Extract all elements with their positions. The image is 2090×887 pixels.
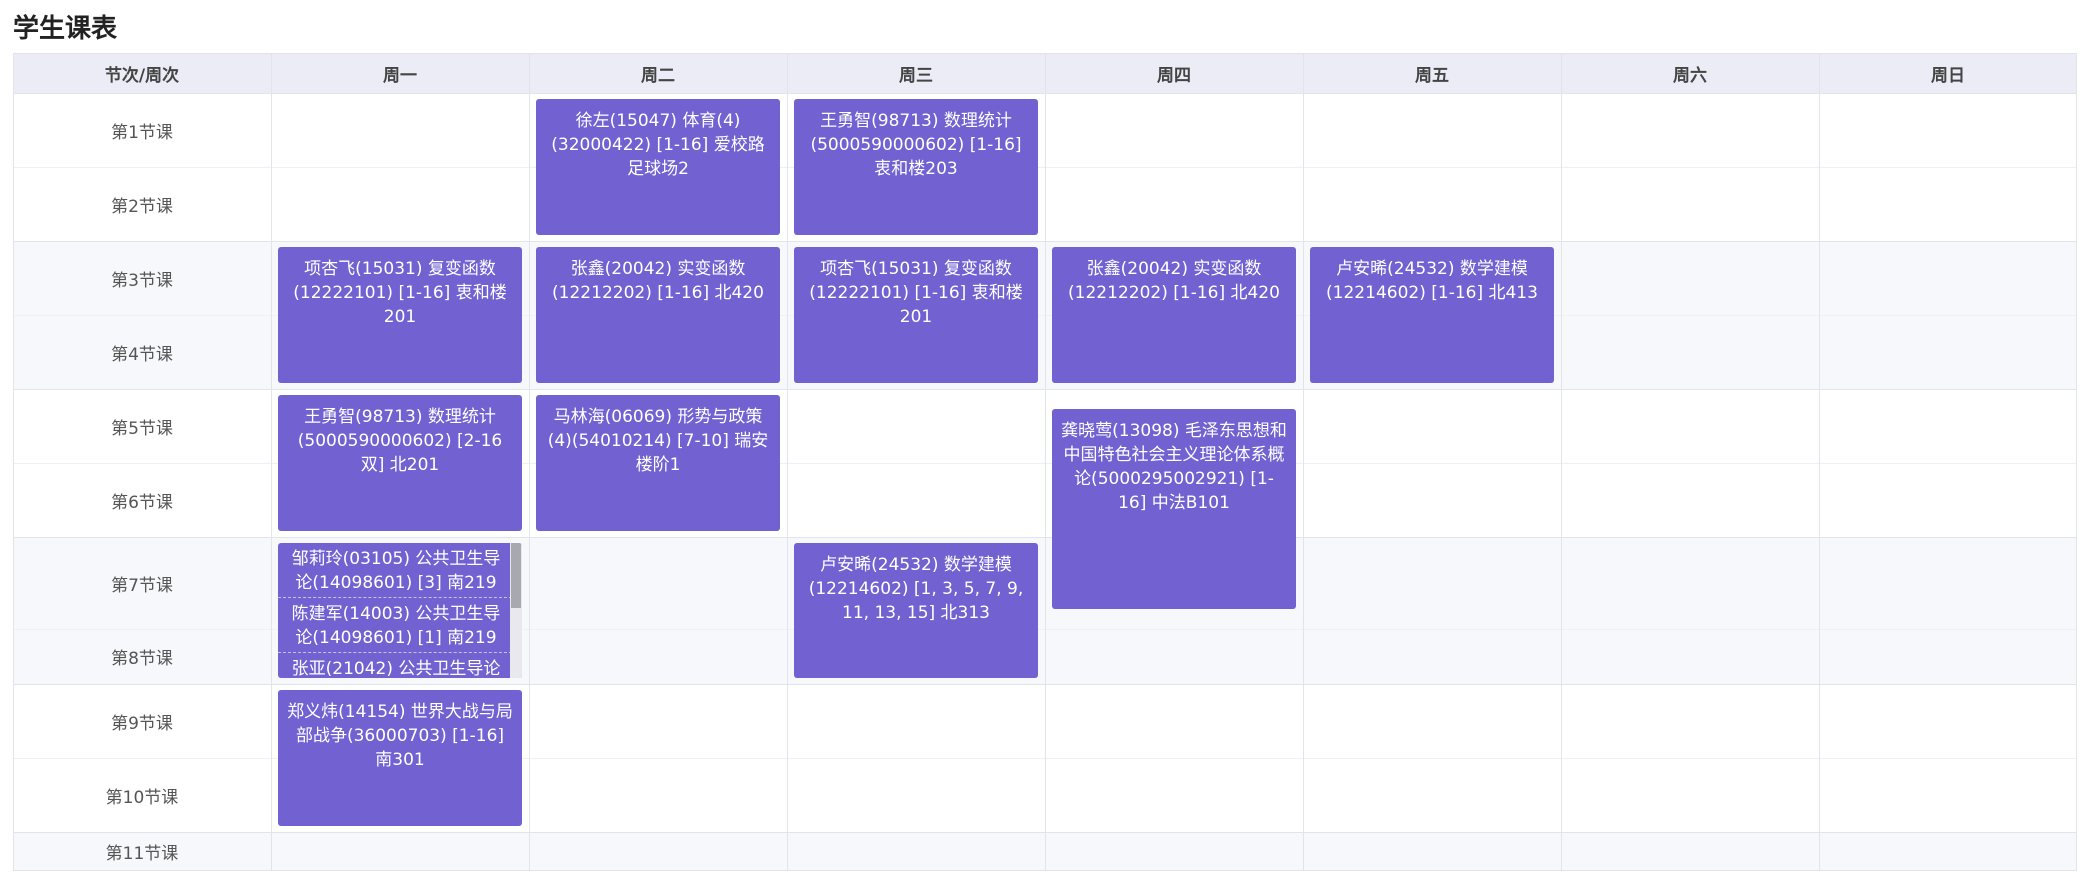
- course-card[interactable]: 卢安晞(24532) 数学建模(12214602) [1-16] 北413: [1310, 247, 1554, 383]
- page-title: 学生课表: [13, 14, 118, 44]
- course-card[interactable]: 项杏飞(15031) 复变函数(12222101) [1-16] 衷和楼201: [794, 247, 1038, 383]
- stacked-course-item[interactable]: 张亚(21042) 公共卫生导论: [278, 653, 522, 678]
- period-label: 第9节课: [111, 713, 173, 734]
- header-day-3: 周三: [899, 65, 933, 86]
- period-label: 第5节课: [111, 418, 173, 439]
- period-label: 第8节课: [111, 649, 173, 669]
- period-label: 第10节课: [105, 787, 179, 808]
- grid-vline: [271, 53, 272, 870]
- header-day-7: 周日: [1931, 65, 1965, 86]
- period-label: 第7节课: [111, 575, 173, 596]
- stacked-course-cell[interactable]: 邹莉玲(03105) 公共卫生导论(14098601) [3] 南219 陈建军(…: [278, 543, 522, 678]
- header-day-1: 周一: [383, 65, 417, 86]
- period-label: 第6节课: [111, 492, 173, 513]
- stacked-course-item[interactable]: 陈建军(14003) 公共卫生导论(14098601) [1] 南219: [278, 598, 522, 653]
- grid-vline: [787, 53, 788, 870]
- course-card[interactable]: 王勇智(98713) 数理统计(5000590000602) [2-16双] 北…: [278, 395, 522, 531]
- course-card[interactable]: 郑义炜(14154) 世界大战与局部战争(36000703) [1-16] 南3…: [278, 690, 522, 826]
- timetable-grid: 节次/周次 周一 周二 周三 周四 周五 周六 周日第1节课第2节课第3节课第4节课第5节课第…: [13, 53, 2077, 873]
- course-card[interactable]: 张鑫(20042) 实变函数(12212202) [1-16] 北420: [536, 247, 780, 383]
- course-card[interactable]: 王勇智(98713) 数理统计(5000590000602) [1-16] 衷和…: [794, 99, 1038, 235]
- period-label: 第1节课: [111, 122, 173, 143]
- header-day-6: 周六: [1673, 65, 1707, 86]
- grid-vline: [1045, 53, 1046, 870]
- header-day-2: 周二: [641, 65, 675, 86]
- grid-vline: [2076, 53, 2077, 870]
- scrollbar-thumb[interactable]: [511, 543, 521, 608]
- grid-vline: [1561, 53, 1562, 870]
- header-day-5: 周五: [1415, 65, 1449, 86]
- grid-hline: [13, 870, 2077, 871]
- course-card[interactable]: 卢安晞(24532) 数学建模(12214602) [1, 3, 5, 7, 9…: [794, 543, 1038, 678]
- period-label: 第3节课: [111, 270, 173, 291]
- grid-vline: [1819, 53, 1820, 870]
- period-label: 第4节课: [111, 344, 173, 365]
- course-card[interactable]: 徐左(15047) 体育(4)(32000422) [1-16] 爱校路足球场2: [536, 99, 780, 235]
- stacked-course-item[interactable]: 邹莉玲(03105) 公共卫生导论(14098601) [3] 南219: [278, 543, 522, 598]
- period-label: 第2节课: [111, 196, 173, 217]
- course-card[interactable]: 项杏飞(15031) 复变函数(12222101) [1-16] 衷和楼201: [278, 247, 522, 383]
- scrollbar[interactable]: [510, 543, 522, 678]
- header-period-label: 节次/周次: [104, 65, 180, 86]
- grid-vline: [1303, 53, 1304, 870]
- header-day-4: 周四: [1157, 65, 1191, 86]
- course-card[interactable]: 马林海(06069) 形势与政策(4)(54010214) [7-10] 瑞安楼…: [536, 395, 780, 531]
- course-card[interactable]: 龚晓莺(13098) 毛泽东思想和中国特色社会主义理论体系概论(50002950…: [1052, 409, 1296, 609]
- period-label: 第11节课: [105, 843, 179, 864]
- course-card[interactable]: 张鑫(20042) 实变函数(12212202) [1-16] 北420: [1052, 247, 1296, 383]
- grid-vline: [529, 53, 530, 870]
